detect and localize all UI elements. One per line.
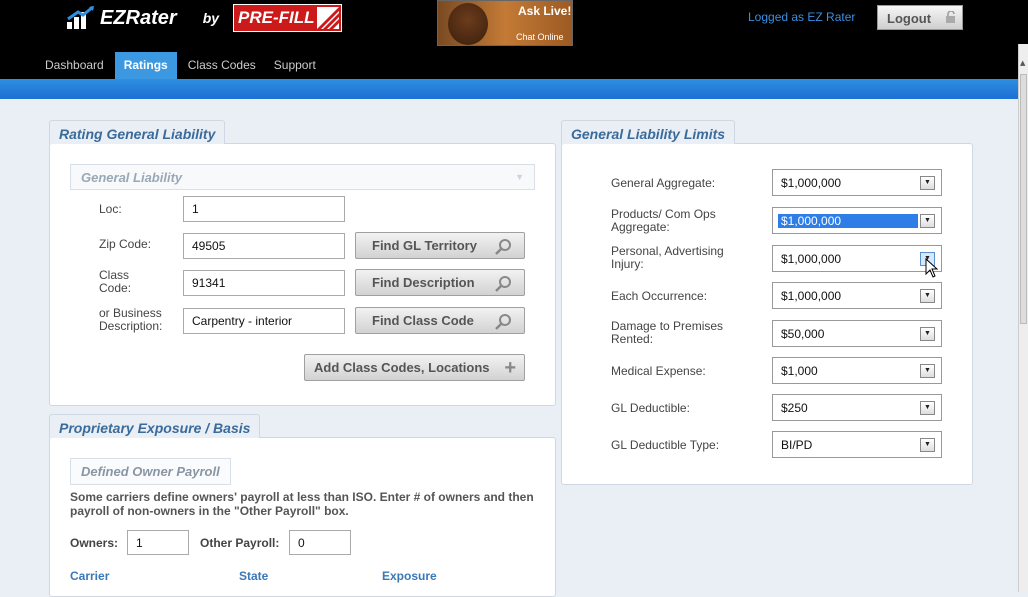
each-occurrence-value: $1,000,000 [781,289,842,303]
search-icon [495,239,511,255]
owners-input[interactable]: 1 [127,530,189,555]
logout-button[interactable]: Logout [877,5,963,30]
add-class-codes-label: Add Class Codes, Locations [314,360,490,375]
dropdown-arrow-icon: ▼ [920,214,935,228]
general-liability-accordion[interactable]: General Liability ▼ [70,164,535,190]
damage-premises-value: $50,000 [781,327,825,341]
scrollbar-thumb[interactable] [1020,74,1027,324]
mouse-cursor-icon [925,258,939,278]
personal-injury-select[interactable]: $1,000,000 ▼ [772,245,942,272]
find-class-code-button[interactable]: Find Class Code [355,307,525,334]
medical-expense-value: $1,000 [781,364,818,378]
nav-class-codes[interactable]: Class Codes [179,52,265,79]
dropdown-arrow-icon: ▼ [920,438,935,452]
col-exposure: Exposure [382,569,437,583]
medical-expense-select[interactable]: $1,000 ▼ [772,357,942,384]
exposure-panel-tab[interactable]: Proprietary Exposure / Basis [49,414,261,438]
check-stripe-icon [316,7,339,29]
nav-underbar [0,79,1028,99]
logo[interactable]: EZRater by PRE-FILL [66,4,342,32]
products-aggregate-select[interactable]: $1,000,000 ▼ [772,207,942,234]
owners-label: Owners: [70,536,119,550]
class-code-input[interactable]: 91341 [183,270,345,296]
header: EZRater by PRE-FILL Ask Live! Chat Onlin… [0,0,1028,80]
general-aggregate-select[interactable]: $1,000,000 ▼ [772,169,942,196]
other-payroll-label: Other Payroll: [200,536,280,550]
search-icon [495,276,511,292]
loc-input[interactable]: 1 [183,196,345,222]
plus-icon: + [504,357,516,379]
find-gl-territory-label: Find GL Territory [372,238,477,253]
products-aggregate-label-2: Aggregate: [611,220,670,234]
gl-deductible-type-label: GL Deductible Type: [611,438,720,452]
medical-expense-label: Medical Expense: [611,364,706,378]
general-aggregate-value: $1,000,000 [781,176,842,190]
personal-injury-value: $1,000,000 [781,252,842,266]
business-desc-input[interactable]: Carpentry - interior [183,308,345,334]
find-class-code-label: Find Class Code [372,313,474,328]
ask-live-banner[interactable]: Ask Live! Chat Online [437,0,573,46]
find-gl-territory-button[interactable]: Find GL Territory [355,232,525,259]
logout-label: Logout [887,11,932,26]
prefill-logo: PRE-FILL [233,4,342,32]
dropdown-arrow-icon: ▼ [920,327,935,341]
brand-by: by [202,10,220,26]
products-aggregate-value: $1,000,000 [778,214,918,228]
general-aggregate-label: General Aggregate: [611,176,716,190]
nav-support[interactable]: Support [265,52,325,79]
agent-avatar [448,3,488,45]
rating-panel-tab[interactable]: Rating General Liability [49,120,226,144]
damage-premises-select[interactable]: $50,000 ▼ [772,320,942,347]
other-payroll-input[interactable]: 0 [289,530,351,555]
dropdown-arrow-icon: ▼ [920,289,935,303]
ask-live-title: Ask Live! [518,4,572,18]
defined-owner-payroll-title: Defined Owner Payroll [70,458,231,485]
chart-logo-icon [67,6,94,29]
find-description-button[interactable]: Find Description [355,269,525,296]
logged-as-link[interactable]: Logged as EZ Rater [748,10,855,24]
nav-dashboard[interactable]: Dashboard [36,52,113,79]
limits-panel-tab[interactable]: General Liability Limits [561,120,736,144]
class-code-label-2: Code: [99,281,132,295]
gl-deductible-type-value: BI/PD [781,438,813,452]
lock-icon [946,11,955,23]
find-description-label: Find Description [372,275,475,290]
brand-name: EZRater [100,6,177,29]
main-nav: Dashboard Ratings Class Codes Support [36,52,325,79]
window-scrollbar[interactable]: ▲ [1018,44,1028,592]
chevron-down-icon: ▼ [515,172,524,182]
accordion-title: General Liability [81,170,183,185]
dropdown-arrow-icon: ▼ [920,401,935,415]
scroll-up-icon[interactable]: ▲ [1020,58,1028,68]
add-class-codes-button[interactable]: Add Class Codes, Locations + [304,354,525,381]
gl-deductible-label: GL Deductible: [611,401,690,415]
damage-premises-label-2: Rented: [611,332,654,346]
search-icon [495,314,511,330]
business-desc-label-2: Description: [99,319,163,333]
zip-input[interactable]: 49505 [183,233,345,259]
each-occurrence-label: Each Occurrence: [611,289,708,303]
dropdown-arrow-icon: ▼ [920,176,935,190]
gl-deductible-select[interactable]: $250 ▼ [772,394,942,421]
chat-online-label: Chat Online [516,32,564,42]
personal-injury-label-2: Injury: [611,257,644,271]
nav-ratings[interactable]: Ratings [114,52,177,79]
col-carrier: Carrier [70,569,110,583]
dropdown-arrow-icon: ▼ [920,364,935,378]
gl-deductible-type-select[interactable]: BI/PD ▼ [772,431,942,458]
loc-label: Loc: [99,202,122,216]
zip-label: Zip Code: [99,237,152,251]
col-state: State [239,569,269,583]
prefill-name: PRE-FILL [238,8,315,27]
gl-deductible-value: $250 [781,401,808,415]
each-occurrence-select[interactable]: $1,000,000 ▼ [772,282,942,309]
owner-payroll-note: Some carriers define owners' payroll at … [70,490,534,518]
